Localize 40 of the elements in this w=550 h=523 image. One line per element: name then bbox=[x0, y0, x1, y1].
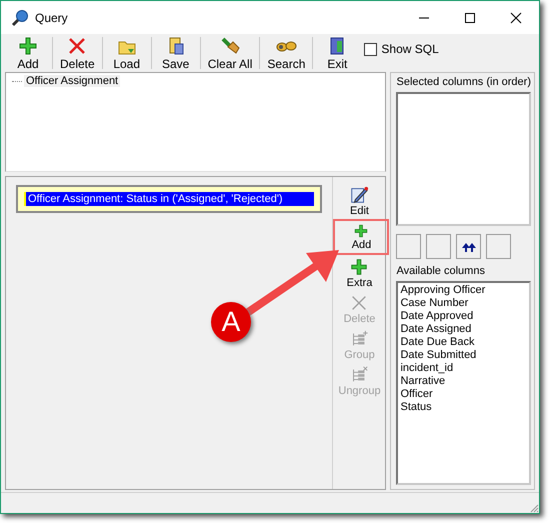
plus-icon bbox=[17, 35, 39, 57]
tree-item[interactable]: Officer Assignment bbox=[24, 75, 120, 87]
side-button[interactable]: Extra bbox=[334, 255, 384, 291]
list-item[interactable]: Narrative bbox=[400, 375, 527, 388]
toolbar-button[interactable]: Search bbox=[263, 35, 310, 71]
available-columns-label: Available columns bbox=[396, 265, 486, 277]
toolbar-button[interactable]: Exit bbox=[316, 35, 358, 71]
toolbar-button[interactable]: Load bbox=[106, 35, 148, 71]
move-button[interactable] bbox=[456, 234, 482, 259]
double-up-arrow-icon bbox=[462, 242, 476, 252]
magnifier-icon bbox=[11, 8, 29, 26]
resize-grip-icon[interactable] bbox=[529, 503, 539, 513]
list-item[interactable]: Case Number bbox=[400, 297, 527, 310]
list-item[interactable]: Date Approved bbox=[400, 310, 527, 323]
maximize-icon[interactable] bbox=[464, 12, 476, 24]
toolbar-button[interactable]: Delete bbox=[56, 35, 99, 71]
list-item[interactable]: Date Assigned bbox=[400, 323, 527, 336]
list-item[interactable]: incident_id bbox=[400, 362, 527, 375]
side-button[interactable]: Add bbox=[333, 219, 390, 255]
list-item[interactable]: Date Due Back bbox=[400, 336, 527, 349]
close-icon[interactable] bbox=[510, 12, 522, 24]
available-columns-list[interactable]: Approving Officer Case Number Date Approved Date Assigned Date Due Back Date Submitted incident_id Narrative Officer Status bbox=[396, 281, 531, 485]
toolbar-button[interactable]: Clear All bbox=[204, 35, 256, 71]
pencil-document-icon bbox=[349, 185, 370, 205]
toolbar-button[interactable]: Add bbox=[7, 35, 49, 71]
annotation-badge: A bbox=[211, 302, 251, 342]
list-item[interactable]: Approving Officer bbox=[400, 284, 527, 297]
tree-line bbox=[12, 80, 22, 82]
list-item[interactable]: Officer bbox=[400, 388, 527, 401]
checkbox-label: Show SQL bbox=[381, 42, 439, 56]
list-item[interactable]: Date Submitted bbox=[400, 349, 527, 362]
checkbox[interactable] bbox=[364, 42, 378, 56]
toolbar-button[interactable]: Save bbox=[154, 35, 197, 71]
plus-icon bbox=[349, 257, 370, 277]
selected-columns-list[interactable] bbox=[396, 92, 531, 226]
condition-item[interactable]: Officer Assignment: Status in ('Assigned', 'Rejected') bbox=[24, 192, 314, 206]
selected-columns-label: Selected columns (in order) bbox=[396, 76, 531, 88]
side-button[interactable]: Edit bbox=[334, 183, 384, 219]
window-title: Query bbox=[35, 10, 68, 24]
list-item[interactable]: Status bbox=[400, 401, 527, 414]
